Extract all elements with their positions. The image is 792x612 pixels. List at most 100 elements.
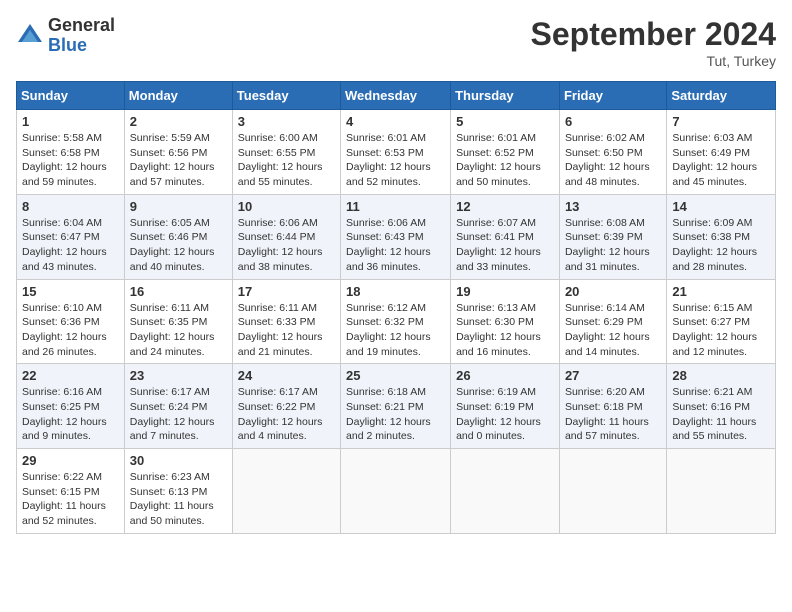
day-number: 11: [346, 199, 445, 214]
calendar-cell: 29 Sunrise: 6:22 AM Sunset: 6:15 PM Dayl…: [17, 449, 125, 534]
calendar-week-row: 22 Sunrise: 6:16 AM Sunset: 6:25 PM Dayl…: [17, 364, 776, 449]
day-info: Sunrise: 6:19 AM Sunset: 6:19 PM Dayligh…: [456, 385, 554, 444]
header-wednesday: Wednesday: [341, 82, 451, 110]
calendar-cell: 1 Sunrise: 5:58 AM Sunset: 6:58 PM Dayli…: [17, 110, 125, 195]
calendar-cell: 17 Sunrise: 6:11 AM Sunset: 6:33 PM Dayl…: [232, 279, 340, 364]
calendar-week-row: 29 Sunrise: 6:22 AM Sunset: 6:15 PM Dayl…: [17, 449, 776, 534]
day-number: 10: [238, 199, 335, 214]
day-info: Sunrise: 6:21 AM Sunset: 6:16 PM Dayligh…: [672, 385, 770, 444]
day-info: Sunrise: 6:18 AM Sunset: 6:21 PM Dayligh…: [346, 385, 445, 444]
calendar-cell: [559, 449, 666, 534]
day-number: 24: [238, 368, 335, 383]
day-number: 16: [130, 284, 227, 299]
day-info: Sunrise: 6:17 AM Sunset: 6:22 PM Dayligh…: [238, 385, 335, 444]
month-title: September 2024: [531, 16, 776, 53]
day-number: 30: [130, 453, 227, 468]
header-tuesday: Tuesday: [232, 82, 340, 110]
calendar-cell: [451, 449, 560, 534]
day-info: Sunrise: 6:14 AM Sunset: 6:29 PM Dayligh…: [565, 301, 661, 360]
calendar-cell: 26 Sunrise: 6:19 AM Sunset: 6:19 PM Dayl…: [451, 364, 560, 449]
day-number: 29: [22, 453, 119, 468]
day-info: Sunrise: 6:06 AM Sunset: 6:43 PM Dayligh…: [346, 216, 445, 275]
day-info: Sunrise: 6:04 AM Sunset: 6:47 PM Dayligh…: [22, 216, 119, 275]
day-info: Sunrise: 6:12 AM Sunset: 6:32 PM Dayligh…: [346, 301, 445, 360]
calendar-table: SundayMondayTuesdayWednesdayThursdayFrid…: [16, 81, 776, 534]
day-number: 2: [130, 114, 227, 129]
day-info: Sunrise: 6:01 AM Sunset: 6:53 PM Dayligh…: [346, 131, 445, 190]
day-number: 27: [565, 368, 661, 383]
day-number: 15: [22, 284, 119, 299]
calendar-cell: 24 Sunrise: 6:17 AM Sunset: 6:22 PM Dayl…: [232, 364, 340, 449]
location: Tut, Turkey: [531, 53, 776, 69]
calendar-week-row: 1 Sunrise: 5:58 AM Sunset: 6:58 PM Dayli…: [17, 110, 776, 195]
logo-general-text: General: [48, 16, 115, 36]
day-number: 5: [456, 114, 554, 129]
day-number: 26: [456, 368, 554, 383]
day-number: 7: [672, 114, 770, 129]
page-header: General Blue September 2024 Tut, Turkey: [16, 16, 776, 69]
calendar-cell: 2 Sunrise: 5:59 AM Sunset: 6:56 PM Dayli…: [124, 110, 232, 195]
day-number: 28: [672, 368, 770, 383]
header-thursday: Thursday: [451, 82, 560, 110]
calendar-cell: [341, 449, 451, 534]
calendar-cell: 22 Sunrise: 6:16 AM Sunset: 6:25 PM Dayl…: [17, 364, 125, 449]
day-number: 9: [130, 199, 227, 214]
calendar-cell: 23 Sunrise: 6:17 AM Sunset: 6:24 PM Dayl…: [124, 364, 232, 449]
day-info: Sunrise: 6:23 AM Sunset: 6:13 PM Dayligh…: [130, 470, 227, 529]
calendar-cell: 20 Sunrise: 6:14 AM Sunset: 6:29 PM Dayl…: [559, 279, 666, 364]
calendar-cell: 14 Sunrise: 6:09 AM Sunset: 6:38 PM Dayl…: [667, 194, 776, 279]
calendar-week-row: 8 Sunrise: 6:04 AM Sunset: 6:47 PM Dayli…: [17, 194, 776, 279]
day-info: Sunrise: 6:17 AM Sunset: 6:24 PM Dayligh…: [130, 385, 227, 444]
day-info: Sunrise: 6:13 AM Sunset: 6:30 PM Dayligh…: [456, 301, 554, 360]
calendar-cell: 3 Sunrise: 6:00 AM Sunset: 6:55 PM Dayli…: [232, 110, 340, 195]
day-info: Sunrise: 5:59 AM Sunset: 6:56 PM Dayligh…: [130, 131, 227, 190]
title-block: September 2024 Tut, Turkey: [531, 16, 776, 69]
day-number: 6: [565, 114, 661, 129]
calendar-cell: 21 Sunrise: 6:15 AM Sunset: 6:27 PM Dayl…: [667, 279, 776, 364]
day-info: Sunrise: 6:00 AM Sunset: 6:55 PM Dayligh…: [238, 131, 335, 190]
day-number: 3: [238, 114, 335, 129]
calendar-cell: 12 Sunrise: 6:07 AM Sunset: 6:41 PM Dayl…: [451, 194, 560, 279]
logo: General Blue: [16, 16, 115, 56]
calendar-cell: 4 Sunrise: 6:01 AM Sunset: 6:53 PM Dayli…: [341, 110, 451, 195]
day-number: 23: [130, 368, 227, 383]
calendar-cell: 5 Sunrise: 6:01 AM Sunset: 6:52 PM Dayli…: [451, 110, 560, 195]
calendar-cell: 25 Sunrise: 6:18 AM Sunset: 6:21 PM Dayl…: [341, 364, 451, 449]
calendar-cell: 8 Sunrise: 6:04 AM Sunset: 6:47 PM Dayli…: [17, 194, 125, 279]
day-number: 19: [456, 284, 554, 299]
day-number: 17: [238, 284, 335, 299]
day-info: Sunrise: 6:22 AM Sunset: 6:15 PM Dayligh…: [22, 470, 119, 529]
day-number: 12: [456, 199, 554, 214]
calendar-header-row: SundayMondayTuesdayWednesdayThursdayFrid…: [17, 82, 776, 110]
calendar-cell: 9 Sunrise: 6:05 AM Sunset: 6:46 PM Dayli…: [124, 194, 232, 279]
day-info: Sunrise: 6:16 AM Sunset: 6:25 PM Dayligh…: [22, 385, 119, 444]
calendar-cell: [667, 449, 776, 534]
calendar-cell: 16 Sunrise: 6:11 AM Sunset: 6:35 PM Dayl…: [124, 279, 232, 364]
header-sunday: Sunday: [17, 82, 125, 110]
day-number: 1: [22, 114, 119, 129]
calendar-cell: 13 Sunrise: 6:08 AM Sunset: 6:39 PM Dayl…: [559, 194, 666, 279]
day-info: Sunrise: 6:06 AM Sunset: 6:44 PM Dayligh…: [238, 216, 335, 275]
logo-text: General Blue: [48, 16, 115, 56]
calendar-cell: 6 Sunrise: 6:02 AM Sunset: 6:50 PM Dayli…: [559, 110, 666, 195]
calendar-cell: 30 Sunrise: 6:23 AM Sunset: 6:13 PM Dayl…: [124, 449, 232, 534]
day-info: Sunrise: 6:01 AM Sunset: 6:52 PM Dayligh…: [456, 131, 554, 190]
calendar-cell: 10 Sunrise: 6:06 AM Sunset: 6:44 PM Dayl…: [232, 194, 340, 279]
day-number: 25: [346, 368, 445, 383]
day-info: Sunrise: 6:09 AM Sunset: 6:38 PM Dayligh…: [672, 216, 770, 275]
calendar-cell: [232, 449, 340, 534]
day-number: 21: [672, 284, 770, 299]
day-info: Sunrise: 6:03 AM Sunset: 6:49 PM Dayligh…: [672, 131, 770, 190]
calendar-week-row: 15 Sunrise: 6:10 AM Sunset: 6:36 PM Dayl…: [17, 279, 776, 364]
day-info: Sunrise: 5:58 AM Sunset: 6:58 PM Dayligh…: [22, 131, 119, 190]
day-number: 13: [565, 199, 661, 214]
calendar-cell: 7 Sunrise: 6:03 AM Sunset: 6:49 PM Dayli…: [667, 110, 776, 195]
calendar-cell: 28 Sunrise: 6:21 AM Sunset: 6:16 PM Dayl…: [667, 364, 776, 449]
day-info: Sunrise: 6:20 AM Sunset: 6:18 PM Dayligh…: [565, 385, 661, 444]
day-number: 4: [346, 114, 445, 129]
day-info: Sunrise: 6:08 AM Sunset: 6:39 PM Dayligh…: [565, 216, 661, 275]
logo-blue-text: Blue: [48, 36, 115, 56]
day-info: Sunrise: 6:11 AM Sunset: 6:33 PM Dayligh…: [238, 301, 335, 360]
calendar-cell: 15 Sunrise: 6:10 AM Sunset: 6:36 PM Dayl…: [17, 279, 125, 364]
day-number: 18: [346, 284, 445, 299]
